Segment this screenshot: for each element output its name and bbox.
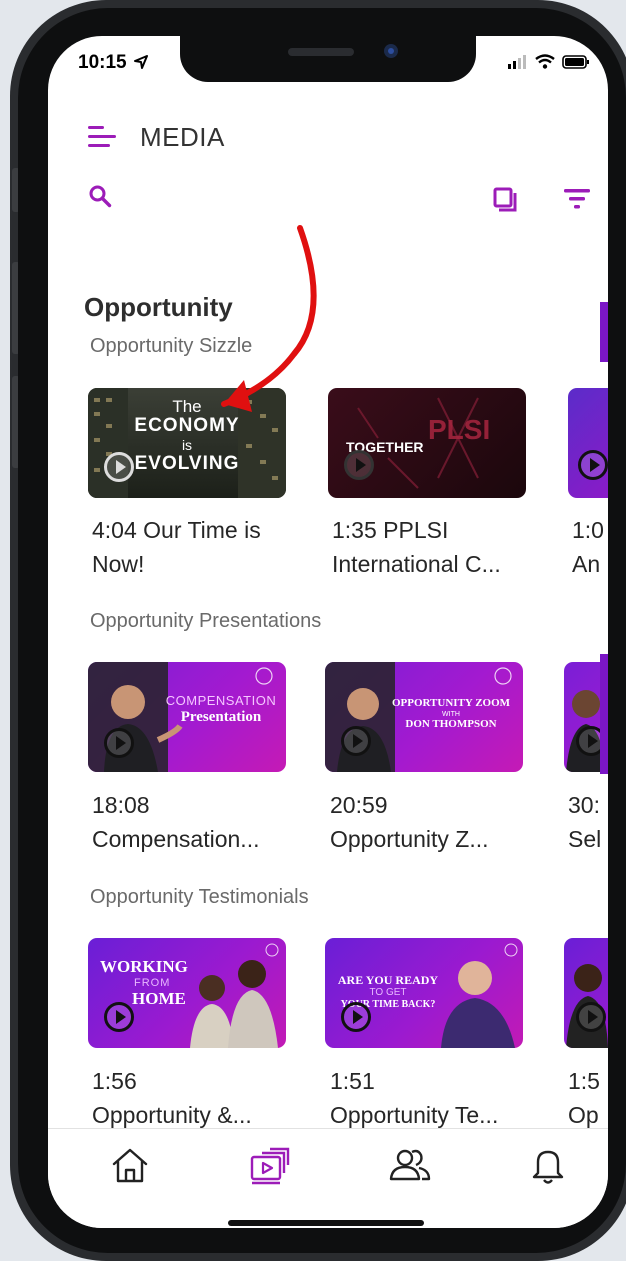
category-label-presentations: Opportunity Presentations [90,610,322,632]
thumbnail-text: FROM [134,977,171,989]
video-title: Op [568,1102,599,1128]
video-thumbnail[interactable] [564,938,608,1048]
video-caption[interactable]: 18:08 Compensation... [92,788,292,856]
thumbnail-text: OPPORTUNITY ZOOM [391,697,511,709]
thumbnail-text: ARE YOU READY [337,973,439,987]
video-duration: 1:5 [568,1068,600,1094]
status-time: 10:15 [78,52,148,74]
video-thumbnail[interactable]: The ECONOMY is EVOLVING [88,388,286,498]
testimonial-person-image [566,964,608,1048]
category-label-sizzle: Opportunity Sizzle [90,335,253,357]
play-icon[interactable] [104,728,134,758]
thumbnail-text: Presentation [180,709,262,725]
video-thumbnail[interactable]: COMPENSATION Presentation [88,662,286,772]
video-caption[interactable]: 1:35 PPLSI International C... [332,513,532,581]
video-thumbnail[interactable]: WORKING FROM HOME [88,938,286,1048]
video-caption[interactable]: 1:0 An [572,513,608,581]
video-caption[interactable]: 1:51 Opportunity Te... [330,1064,530,1128]
play-icon[interactable] [578,450,608,480]
thumbnail-text: TO GET [369,987,407,998]
thumbnail-text: WORKING [100,957,188,976]
thumbnail-text: The [172,397,202,416]
annotation-arrow [221,225,317,412]
video-duration: 1:35 [332,517,377,543]
home-icon[interactable] [108,1143,152,1187]
menu-icon[interactable] [88,126,116,148]
video-title: An [572,551,601,577]
video-duration: 1:56 [92,1068,137,1094]
thumbnail-text: DON THOMPSON [405,718,497,730]
scroll-edge [600,302,608,362]
page-title: MEDIA [140,122,225,152]
category-label-testimonials: Opportunity Testimonials [90,886,309,908]
bottom-nav [48,1128,608,1228]
home-indicator [228,1220,424,1226]
status-time-text: 10:15 [78,52,127,73]
app-screen: 10:15 MEDIA Opportunity Opportunity Sizz… [48,36,608,1228]
section-title: Opportunity [84,292,233,322]
filter-icon[interactable] [564,188,590,210]
video-thumbnail[interactable]: OPPORTUNITY ZOOM WITH DON THOMPSON [325,662,523,772]
video-thumbnail[interactable]: ARE YOU READY TO GET YOUR TIME BACK? [325,938,523,1048]
bell-icon[interactable] [526,1143,570,1187]
play-icon[interactable] [341,1002,371,1032]
thumbnail-text: is [181,437,193,453]
video-caption[interactable]: 1:5 Op [568,1064,608,1128]
front-camera [384,44,398,58]
notch [180,36,476,82]
video-thumbnail[interactable] [568,388,608,498]
media-icon[interactable] [248,1143,292,1187]
search-icon[interactable] [88,184,112,208]
people-icon[interactable] [388,1143,432,1187]
thumbnail-text: COMPENSATION [165,693,277,708]
play-icon[interactable] [341,726,371,756]
signal-icon [508,54,526,69]
video-duration: 20:59 [330,792,388,818]
video-caption[interactable]: 4:04 Our Time is Now! [92,513,292,581]
thumbnail-text: HOME [132,989,186,1008]
play-icon[interactable] [344,450,374,480]
video-title: Opportunity Te... [330,1102,499,1128]
wifi-icon [535,54,555,69]
play-icon[interactable] [104,1002,134,1032]
video-title: Sel [568,826,602,852]
scroll-edge [600,928,608,932]
thumbnail-text: PLSI [428,414,491,445]
scroll-edge [600,654,608,774]
play-icon[interactable] [104,452,134,482]
video-duration: 30: [568,792,600,818]
status-icons [508,54,590,69]
video-duration: 18:08 [92,792,150,818]
video-thumbnail[interactable]: TOGETHER PLSI [328,388,526,498]
copy-icon[interactable] [492,187,518,213]
thumbnail-text: ECONOMY [134,415,240,436]
video-title: Opportunity Z... [330,826,489,852]
play-icon[interactable] [576,1002,606,1032]
location-arrow-icon [133,55,148,69]
video-title: Compensation... [92,826,260,852]
video-duration: 4:04 [92,517,137,543]
video-duration: 1:51 [330,1068,375,1094]
speaker [288,48,354,56]
video-title: Opportunity &... [92,1102,252,1128]
video-caption[interactable]: 1:56 Opportunity &... [92,1064,292,1128]
video-caption[interactable]: 20:59 Opportunity Z... [330,788,530,856]
thumbnail-text: WITH [442,711,460,718]
video-caption[interactable]: 30: Sel [568,788,608,856]
video-duration: 1:0 [572,517,604,543]
battery-icon [562,54,589,69]
